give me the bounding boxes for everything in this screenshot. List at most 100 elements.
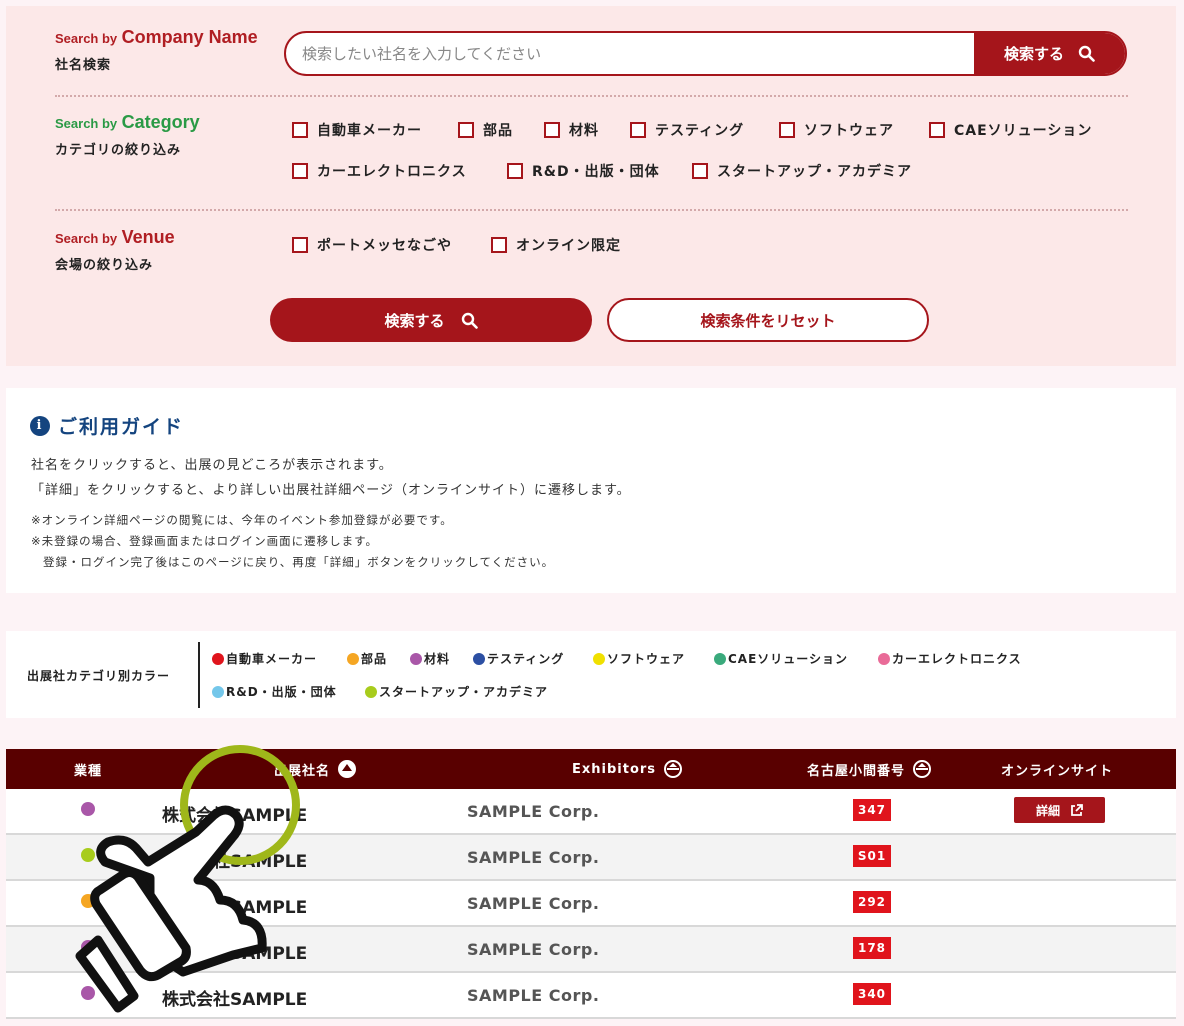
category-checkbox-materials[interactable]: 材料 xyxy=(544,120,599,140)
category-dot xyxy=(81,986,95,1000)
color-dot xyxy=(365,685,377,698)
company-name-en: SAMPLE Corp. xyxy=(467,894,600,913)
sort-toggle-icon[interactable] xyxy=(913,760,932,778)
header-label: 出展社名 xyxy=(274,763,331,779)
venue-label-ja: 会場の絞り込み xyxy=(55,258,154,273)
checkbox-label: 材料 xyxy=(569,123,599,139)
company-search-bar: 検索する xyxy=(284,31,1127,76)
company-search-input[interactable] xyxy=(286,33,976,74)
search-icon xyxy=(1078,45,1095,62)
search-reset-button[interactable]: 検索条件をリセット xyxy=(607,298,929,342)
checkbox-box[interactable] xyxy=(779,122,795,138)
company-name-link[interactable]: 株式会社SAMPLE xyxy=(162,893,307,918)
search-icon xyxy=(461,312,478,329)
company-name-en: SAMPLE Corp. xyxy=(467,986,600,1005)
category-checkbox-testing[interactable]: テスティング xyxy=(630,120,744,140)
category-checkbox-cae[interactable]: CAEソリューション xyxy=(929,120,1092,140)
search-panel: Search by Company Name 社名検索 検索する Search … xyxy=(6,6,1176,366)
category-label-big: Category xyxy=(121,112,200,132)
legend-item-startup: スタートアップ・アカデミア xyxy=(365,683,548,700)
checkbox-box[interactable] xyxy=(692,163,708,179)
category-dot xyxy=(81,940,95,954)
color-dot xyxy=(473,652,485,665)
color-dot xyxy=(593,652,605,665)
legend-item-rd: R&D・出版・団体 xyxy=(212,683,337,700)
legend-label: 自動車メーカー xyxy=(226,652,318,666)
category-color-legend: 出展社カテゴリ別カラー 自動車メーカー 部品 材料 テスティング ソフトウェア … xyxy=(6,631,1176,718)
checkbox-label: カーエレクトロニクス xyxy=(317,164,467,180)
header-label: Exhibitors xyxy=(572,761,657,777)
exhibitor-table: 業種 出展社名 Exhibitors 名古屋小間番号 オンラインサイト 株式会社… xyxy=(6,749,1176,1019)
header-exhibitors[interactable]: Exhibitors xyxy=(572,749,683,789)
checkbox-box[interactable] xyxy=(292,237,308,253)
checkbox-label: 自動車メーカー xyxy=(317,123,422,139)
category-label-small: Search by xyxy=(55,116,118,131)
table-row: 株式会社SAMPLE SAMPLE Corp. 178 xyxy=(6,927,1176,973)
header-category: 業種 xyxy=(74,749,102,789)
legend-label: R&D・出版・団体 xyxy=(226,685,337,699)
guide-note: 登録・ログイン完了後はこのページに戻り、再度「詳細」ボタンをクリックしてください… xyxy=(43,555,555,569)
guide-line: 「詳細」をクリックすると、より詳しい出展社詳細ページ（オンラインサイト）に遷移し… xyxy=(31,483,631,498)
company-name-link[interactable]: 株式会社SAMPLE xyxy=(162,939,307,964)
category-checkbox-rd[interactable]: R&D・出版・団体 xyxy=(507,161,660,181)
checkbox-box[interactable] xyxy=(458,122,474,138)
usage-guide: i ご利用ガイド 社名をクリックすると、出展の見どころが表示されます。 「詳細」… xyxy=(6,388,1176,593)
venue-label-small: Search by xyxy=(55,231,118,246)
color-dot xyxy=(878,652,890,665)
guide-title: i ご利用ガイド xyxy=(30,412,184,439)
table-row: 株式会社SAMPLE SAMPLE Corp. 347 詳細 xyxy=(6,789,1176,835)
venue-checkbox-online[interactable]: オンライン限定 xyxy=(491,235,621,255)
guide-note: ※オンライン詳細ページの閲覧には、今年のイベント参加登録が必要です。 xyxy=(31,513,453,527)
booth-number: 347 xyxy=(853,799,891,821)
checkbox-box[interactable] xyxy=(630,122,646,138)
legend-label: ソフトウェア xyxy=(607,652,686,666)
checkbox-box[interactable] xyxy=(544,122,560,138)
legend-label: 材料 xyxy=(424,652,451,666)
divider xyxy=(55,95,1128,97)
checkbox-label: オンライン限定 xyxy=(516,238,621,254)
venue-checkbox-portmesse[interactable]: ポートメッセなごや xyxy=(292,235,452,255)
detail-button[interactable]: 詳細 xyxy=(1014,797,1105,823)
checkbox-box[interactable] xyxy=(929,122,945,138)
company-name-link[interactable]: 株式会社SAMPLE xyxy=(162,847,307,872)
legend-label: カーエレクトロニクス xyxy=(892,652,1022,666)
checkbox-label: テスティング xyxy=(655,123,745,139)
header-company[interactable]: 出展社名 xyxy=(274,749,357,789)
header-booth[interactable]: 名古屋小間番号 xyxy=(807,749,932,789)
sort-ascending-icon[interactable] xyxy=(338,760,357,778)
divider xyxy=(55,209,1128,211)
detail-button-label: 詳細 xyxy=(1035,803,1060,818)
table-header: 業種 出展社名 Exhibitors 名古屋小間番号 オンラインサイト xyxy=(6,749,1176,789)
legend-item-software: ソフトウェア xyxy=(593,650,685,667)
guide-note: ※未登録の場合、登録画面またはログイン画面に遷移します。 xyxy=(31,534,378,548)
venue-label-big: Venue xyxy=(121,227,175,247)
legend-item-cae: CAEソリューション xyxy=(714,650,848,667)
checkbox-box[interactable] xyxy=(292,122,308,138)
category-checkbox-software[interactable]: ソフトウェア xyxy=(779,120,894,140)
category-checkbox-automaker[interactable]: 自動車メーカー xyxy=(292,120,422,140)
company-search-button[interactable]: 検索する xyxy=(974,33,1125,74)
table-row: 株式会社SAMPLE SAMPLE Corp. S01 xyxy=(6,835,1176,881)
checkbox-box[interactable] xyxy=(491,237,507,253)
booth-number: 340 xyxy=(853,983,891,1005)
sort-toggle-icon[interactable] xyxy=(664,760,683,778)
company-name-en: SAMPLE Corp. xyxy=(467,848,600,867)
category-checkbox-parts[interactable]: 部品 xyxy=(458,120,513,140)
venue-search-label: Search by Venue 会場の絞り込み xyxy=(55,228,175,273)
checkbox-box[interactable] xyxy=(292,163,308,179)
legend-item-car-electronics: カーエレクトロニクス xyxy=(878,650,1022,667)
category-checkbox-startup[interactable]: スタートアップ・アカデミア xyxy=(692,161,912,181)
checkbox-label: ポートメッセなごや xyxy=(317,238,452,254)
booth-number: 178 xyxy=(853,937,891,959)
info-icon: i xyxy=(30,415,50,436)
company-name-link[interactable]: 株式会社SAMPLE xyxy=(162,985,307,1010)
table-row: 株式会社SAMPLE SAMPLE Corp. 340 xyxy=(6,973,1176,1019)
category-checkbox-car-electronics[interactable]: カーエレクトロニクス xyxy=(292,161,467,181)
checkbox-box[interactable] xyxy=(507,163,523,179)
company-name-link[interactable]: 株式会社SAMPLE xyxy=(162,801,307,826)
legend-label: スタートアップ・アカデミア xyxy=(379,685,549,699)
header-online: オンラインサイト xyxy=(1001,749,1113,789)
search-submit-button[interactable]: 検索する xyxy=(270,298,592,342)
guide-title-text: ご利用ガイド xyxy=(58,416,185,438)
legend-title: 出展社カテゴリ別カラー xyxy=(27,669,171,683)
